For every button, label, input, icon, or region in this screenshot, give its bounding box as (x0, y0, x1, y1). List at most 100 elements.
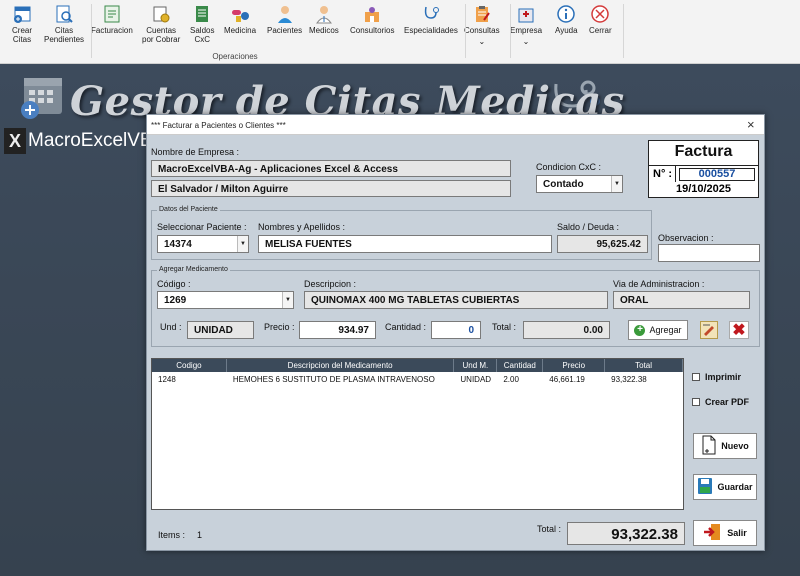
dialog-titlebar: *** Facturar a Pacientes o Clientes *** … (147, 115, 764, 135)
paciente-frame-label: Datos del Paciente (157, 206, 220, 213)
table-cell: 93,322.38 (611, 375, 647, 384)
ribbon-button-especialidades[interactable]: Especialidades (404, 2, 458, 48)
chevron-down-icon: ⌄ (478, 37, 486, 46)
nombres-field[interactable]: MELISA FUENTES (258, 235, 552, 253)
ribbon-separator (465, 4, 466, 58)
empresa-label: Nombre de Empresa : (151, 147, 240, 157)
column-header[interactable]: Codigo (152, 359, 227, 372)
ribbon-button-label: Saldos CxC (190, 26, 215, 44)
column-header[interactable]: Total (605, 359, 684, 372)
ribbon-button-cerrar[interactable]: Cerrar (589, 2, 612, 48)
ribbon-button-medicos[interactable]: Medicos (309, 2, 339, 48)
brand-name: MacroExcelVBA (28, 130, 166, 151)
ribbon-separator (623, 4, 624, 58)
column-header[interactable]: Und M. (454, 359, 498, 372)
crear-pdf-checkbox[interactable] (692, 398, 700, 406)
ribbon-button-cuentas[interactable]: Cuentas por Cobrar (142, 2, 180, 48)
ribbon-button-label: Facturacion (91, 26, 133, 35)
agregar-button[interactable]: + Agregar (628, 320, 688, 340)
ribbon-button-label: Ayuda (555, 26, 578, 35)
stethoscope-icon (421, 4, 441, 24)
ribbon-button-citas[interactable]: Citas Pendientes (44, 2, 84, 48)
guardar-label: Guardar (717, 482, 753, 492)
ribbon-button-pacientes[interactable]: Pacientes (267, 2, 302, 48)
observacion-label: Observacion : (658, 233, 714, 243)
paciente-value: 14374 (164, 239, 192, 250)
pills-icon (230, 4, 250, 24)
chevron-down-icon[interactable]: ▼ (611, 176, 622, 192)
info-icon (556, 4, 576, 24)
table-cell: 1248 (158, 375, 176, 384)
salir-button[interactable]: Salir (693, 520, 757, 546)
und-field: UNIDAD (187, 321, 254, 339)
excel-logo-icon: X (4, 128, 26, 154)
codigo-dropdown[interactable]: 1269 ▼ (157, 291, 294, 309)
und-label: Und : (160, 322, 182, 332)
factura-box: Factura N° : 000557 19/10/2025 (648, 140, 759, 198)
factura-date: 19/10/2025 (675, 183, 732, 195)
paciente-dropdown[interactable]: 14374 ▼ (157, 235, 249, 253)
ribbon-button-label: Consultorios (350, 26, 395, 35)
factura-divider (649, 165, 758, 166)
ribbon-button-consultas[interactable]: Consultas ⌄ (464, 2, 500, 48)
nuevo-button[interactable]: Nuevo (693, 433, 757, 459)
patient-icon (275, 4, 295, 24)
column-header[interactable]: Precio (543, 359, 606, 372)
nuevo-label: Nuevo (721, 441, 749, 451)
ribbon-button-label: Especialidades (404, 26, 458, 35)
ribbon-button-medicina[interactable]: Medicina (224, 2, 256, 48)
descripcion-field: QUINOMAX 400 MG TABLETAS CUBIERTAS (304, 291, 608, 309)
ribbon-toolbar: Crear Citas Citas Pendientes Facturacion Cuen… (0, 0, 800, 64)
via-label: Via de Administracion : (613, 279, 705, 289)
grand-total-label: Total : (537, 524, 562, 534)
table-cell: 46,661.19 (549, 375, 585, 384)
ribbon-button-saldos[interactable]: Saldos CxC (190, 2, 214, 48)
chevron-down-icon[interactable]: ▼ (282, 292, 293, 308)
ledger-icon (192, 4, 212, 24)
ribbon-button-facturacion[interactable]: Facturacion (91, 2, 133, 48)
factura-number: 000557 (679, 168, 755, 181)
ribbon-button-ayuda[interactable]: Ayuda (555, 2, 578, 48)
guardar-button[interactable]: Guardar (693, 474, 757, 500)
total-item-label: Total : (492, 322, 517, 332)
ribbon-button-crear[interactable]: Crear Citas (12, 2, 32, 48)
edit-icon[interactable] (700, 321, 718, 339)
imprimir-checkbox[interactable] (692, 373, 700, 381)
save-icon (697, 477, 713, 497)
imprimir-label: Imprimir (705, 372, 742, 382)
empresa-address-field: El Salvador / Milton Aguirre (151, 180, 511, 197)
search-doc-icon (54, 4, 74, 24)
delete-icon[interactable]: ✖ (729, 321, 749, 339)
column-header[interactable]: Cantidad (497, 359, 544, 372)
table-cell: 2.00 (503, 375, 519, 384)
table-row[interactable]: 1248 HEMOHES 6 SUSTITUTO DE PLASMA INTRAV… (152, 374, 683, 386)
column-header[interactable]: Descripcion del Medicamento (227, 359, 455, 372)
invoice-icon (102, 4, 122, 24)
close-icon[interactable]: × (747, 117, 755, 132)
add-circle-icon: + (634, 324, 646, 336)
condicion-dropdown[interactable]: Contado ▼ (536, 175, 623, 193)
factura-title: Factura (674, 143, 733, 160)
ribbon-button-label: Cerrar (589, 26, 612, 35)
table-header: Codigo Descripcion del Medicamento Und M. C… (152, 359, 684, 372)
medicamentos-table[interactable]: Codigo Descripcion del Medicamento Und M. C… (151, 358, 684, 510)
saldo-field: 95,625.42 (557, 235, 648, 253)
dialog-title: *** Facturar a Pacientes o Clientes *** (151, 121, 286, 130)
observacion-field[interactable] (658, 244, 760, 262)
descripcion-label: Descripcion : (304, 279, 357, 289)
salir-label: Salir (727, 528, 747, 538)
chevron-down-icon[interactable]: ▼ (237, 236, 248, 252)
crear-pdf-label: Crear PDF (705, 397, 750, 407)
ribbon-button-label: Medicina (224, 26, 257, 35)
factura-divider (675, 166, 676, 182)
empresa-name-field: MacroExcelVBA-Ag - Aplicaciones Excel & … (151, 160, 511, 177)
precio-field[interactable]: 934.97 (299, 321, 376, 339)
cantidad-field[interactable]: 0 (431, 321, 481, 339)
ribbon-separator (91, 4, 92, 58)
exit-door-icon (703, 523, 723, 543)
ribbon-button-empresa[interactable]: Empresa ⌄ (510, 2, 542, 48)
ribbon-button-label: Crear Citas (12, 26, 33, 44)
ribbon-button-consultorios[interactable]: Consultorios (350, 2, 394, 48)
ribbon-separator (510, 4, 511, 58)
grand-total-field: 93,322.38 (567, 522, 685, 545)
